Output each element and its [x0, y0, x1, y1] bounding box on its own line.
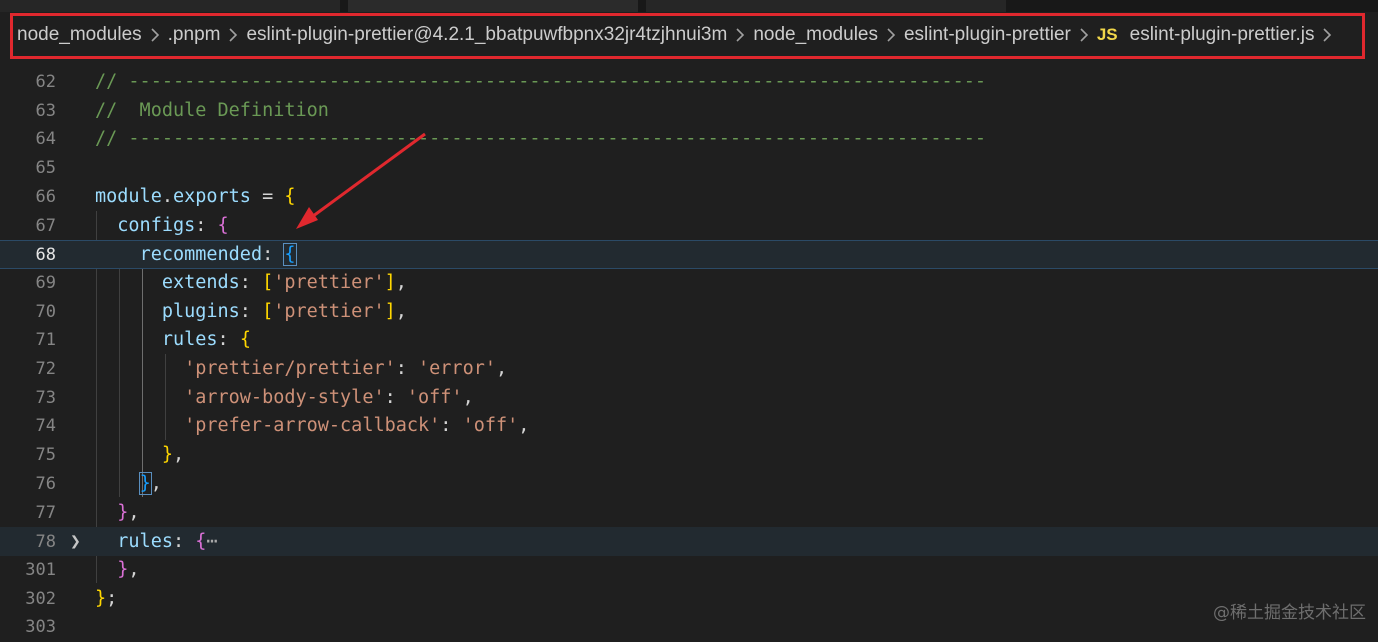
line-number: 78: [35, 532, 56, 553]
code-line: 70 plugins: ['prettier'],: [0, 298, 1378, 327]
breadcrumb-item[interactable]: node_modules: [17, 24, 142, 46]
breadcrumb-file[interactable]: eslint-plugin-prettier.js: [1130, 24, 1315, 46]
line-code: configs: {: [117, 214, 229, 236]
code-editor[interactable]: 62 // ----------------------------------…: [0, 68, 1378, 637]
line-code: },: [117, 558, 140, 580]
line-number: 74: [35, 416, 56, 437]
line-number: 303: [25, 617, 56, 638]
line-number: 69: [35, 272, 56, 293]
chevron-right-icon: [886, 27, 896, 43]
line-code: },: [117, 501, 140, 523]
line-code: plugins: ['prettier'],: [161, 300, 407, 322]
line-code: module.exports = {: [95, 185, 296, 207]
line-code: recommended: {: [139, 243, 297, 267]
line-code: };: [95, 587, 118, 609]
breadcrumb-item[interactable]: node_modules: [753, 24, 878, 46]
code-line: 62 // ----------------------------------…: [0, 68, 1378, 97]
line-number: 70: [35, 301, 56, 322]
js-file-icon: JS: [1096, 25, 1118, 44]
chevron-right-icon: [150, 27, 160, 43]
watermark: @稀土掘金技术社区: [1213, 603, 1366, 623]
line-number: 66: [35, 186, 56, 207]
line-code: rules: {⋯: [117, 531, 218, 553]
code-line: 65: [0, 154, 1378, 183]
line-code: },: [138, 471, 162, 495]
line-code: 'arrow-body-style': 'off',: [184, 386, 474, 408]
editor-tab-active[interactable]: [348, 0, 638, 12]
line-number: 68: [35, 245, 56, 266]
code-line: 71 rules: {: [0, 326, 1378, 355]
code-line-folded: 78 ❯ rules: {⋯: [0, 527, 1378, 556]
line-number: 72: [35, 359, 56, 379]
line-code: extends: ['prettier'],: [161, 271, 407, 293]
line-code: // -------------------------------------…: [95, 128, 987, 150]
line-number: 62: [35, 72, 56, 92]
breadcrumb-item[interactable]: eslint-plugin-prettier@4.2.1_bbatpuwfbpn…: [246, 24, 727, 46]
line-number: 67: [35, 215, 56, 236]
editor-tab[interactable]: [0, 0, 340, 12]
line-number: 65: [35, 158, 56, 179]
line-number: 75: [35, 445, 56, 466]
line-number: 302: [25, 588, 56, 609]
line-code: 'prettier/prettier': 'error',: [184, 358, 508, 379]
line-code: rules: {: [161, 329, 251, 351]
code-line: 301 },: [0, 556, 1378, 585]
breadcrumb-item[interactable]: .pnpm: [168, 24, 221, 46]
chevron-right-icon: [735, 27, 745, 43]
line-number: 77: [35, 502, 56, 523]
code-line: 73 'arrow-body-style': 'off',: [0, 384, 1378, 413]
code-line: 303: [0, 613, 1378, 642]
code-line: 77 },: [0, 499, 1378, 528]
chevron-right-icon: [1079, 27, 1089, 43]
editor-tab-strip: [0, 0, 1378, 12]
line-number: 64: [35, 129, 56, 150]
code-line: 76 },: [0, 470, 1378, 499]
line-number: 71: [35, 330, 56, 351]
code-line: 74 'prefer-arrow-callback': 'off',: [0, 412, 1378, 441]
code-line: 67 configs: {: [0, 212, 1378, 241]
code-line: 64 // ----------------------------------…: [0, 125, 1378, 154]
code-line: 302 };: [0, 585, 1378, 614]
breadcrumb: node_modules .pnpm eslint-plugin-prettie…: [0, 12, 1378, 58]
line-code: // -------------------------------------…: [95, 71, 987, 92]
chevron-right-icon: [1322, 27, 1332, 43]
code-line: 66 module.exports = {: [0, 183, 1378, 212]
code-line-current: 68 recommended: {: [0, 240, 1378, 269]
chevron-right-icon[interactable]: ❯: [70, 528, 81, 557]
code-line: 63 // Module Definition: [0, 97, 1378, 126]
line-number: 76: [35, 473, 56, 494]
code-line: 69 extends: ['prettier'],: [0, 269, 1378, 298]
line-code: },: [161, 444, 185, 466]
code-line: 75 },: [0, 441, 1378, 470]
editor-tab[interactable]: [646, 0, 1006, 12]
breadcrumb-item[interactable]: eslint-plugin-prettier: [904, 24, 1071, 46]
line-code: 'prefer-arrow-callback': 'off',: [184, 415, 530, 437]
line-number: 301: [25, 559, 56, 580]
code-line: 72 'prettier/prettier': 'error',: [0, 355, 1378, 384]
line-number: 63: [35, 100, 56, 121]
line-number: 73: [35, 387, 56, 408]
chevron-right-icon: [228, 27, 238, 43]
line-code: // Module Definition: [95, 99, 329, 121]
